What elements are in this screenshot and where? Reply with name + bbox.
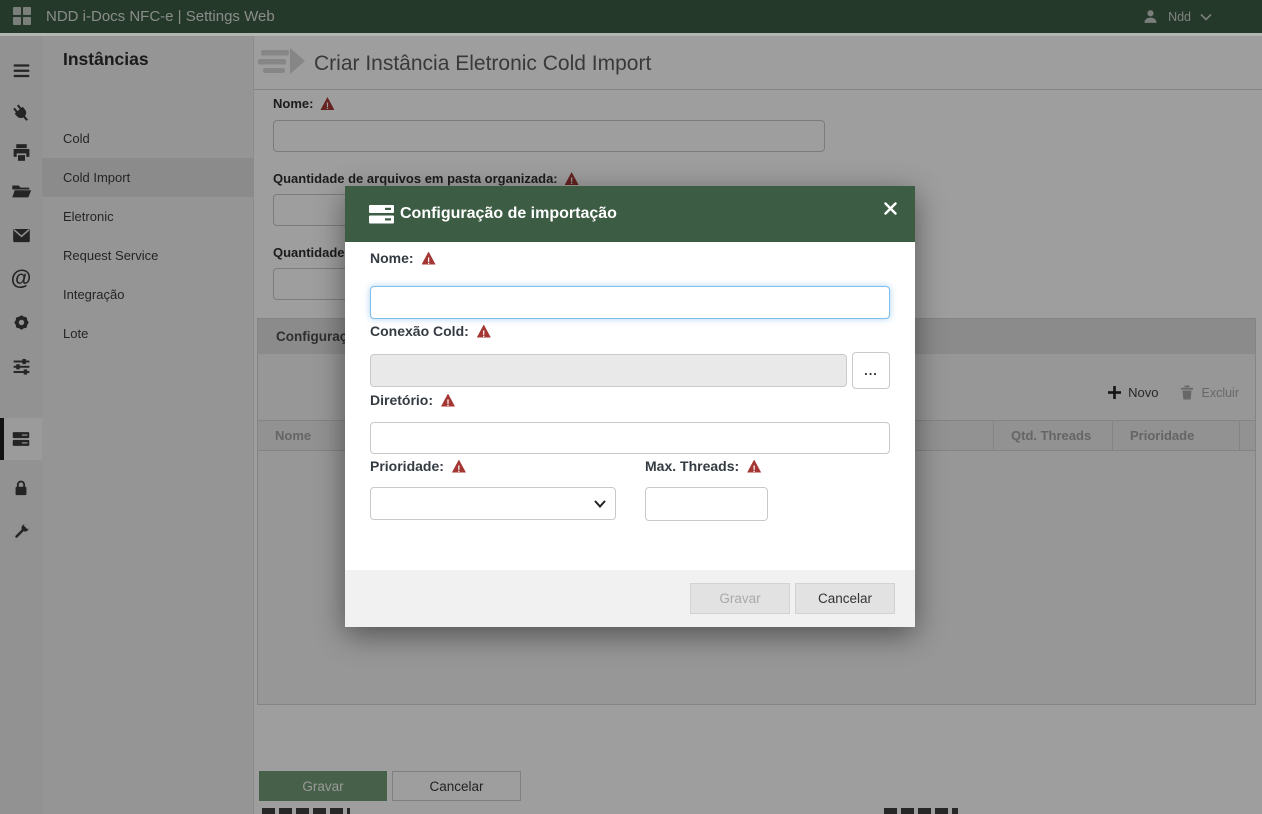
warning-icon: ! [747, 460, 761, 473]
modal-prioridade-select[interactable] [370, 487, 616, 520]
modal-prioridade-label: Prioridade:! [370, 458, 466, 474]
modal-diretorio-input[interactable] [370, 422, 890, 454]
browse-button[interactable]: ... [852, 352, 890, 389]
modal-conexao-input [370, 354, 847, 387]
modal-header: Configuração de importação [345, 186, 915, 242]
warning-icon: ! [422, 252, 436, 265]
modal-conexao-label: Conexão Cold:! [370, 323, 491, 339]
chevron-down-icon [594, 498, 606, 510]
modal-max-threads-input[interactable] [645, 487, 768, 521]
modal-title: Configuração de importação [400, 205, 617, 223]
screen: NDD i-Docs NFC-e | Settings Web Ndd [0, 0, 1262, 814]
warning-icon: ! [441, 394, 455, 407]
modal-nome-label: Nome:! [370, 250, 436, 266]
warning-icon: ! [477, 325, 491, 338]
modal-nome-input[interactable] [370, 286, 890, 319]
import-config-modal: Configuração de importação Nome:! Conexã… [345, 186, 915, 627]
modal-diretorio-label: Diretório:! [370, 392, 455, 408]
instances-icon [368, 202, 395, 227]
modal-gravar-button[interactable]: Gravar [690, 583, 790, 614]
modal-cancelar-button[interactable]: Cancelar [795, 583, 895, 614]
modal-footer: Gravar Cancelar [345, 570, 915, 627]
topbar-bottom-edge [0, 33, 1262, 36]
close-icon[interactable] [880, 198, 900, 218]
modal-max-threads-label: Max. Threads:! [645, 458, 761, 474]
warning-icon: ! [452, 460, 466, 473]
